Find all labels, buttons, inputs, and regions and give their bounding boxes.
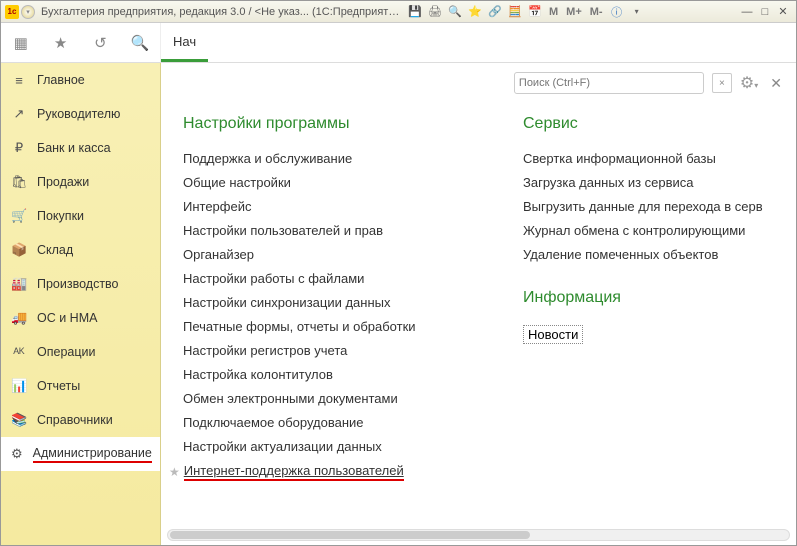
- sidebar-label: Продажи: [37, 175, 89, 189]
- print-icon[interactable]: 🖨: [427, 4, 443, 20]
- sidebar-item-manager[interactable]: ↗ Руководителю: [1, 97, 160, 131]
- link-users-rights[interactable]: Настройки пользователей и прав: [183, 219, 483, 243]
- titlebar-dropdown-icon[interactable]: ▾: [21, 5, 35, 19]
- menu-icon: ≡: [11, 73, 27, 88]
- service-list: Свертка информационной базы Загрузка дан…: [523, 147, 793, 267]
- sidebar-item-admin[interactable]: ⚙ Администрирование: [1, 437, 160, 471]
- favorite-icon[interactable]: ⭐: [467, 4, 483, 20]
- ruble-icon: ₽: [11, 140, 27, 156]
- top-toolbar: ▦ ★ ↺ 🔍 Нач: [1, 23, 796, 63]
- sidebar-item-reports[interactable]: 📊 Отчеты: [1, 369, 160, 403]
- link-internet-support-label: Интернет-поддержка пользователей: [184, 463, 404, 481]
- link-sync[interactable]: Настройки синхронизации данных: [183, 291, 483, 315]
- settings-list: Поддержка и обслуживание Общие настройки…: [183, 147, 483, 486]
- star-icon[interactable]: ★: [49, 31, 73, 55]
- clear-search-button[interactable]: ×: [712, 73, 732, 93]
- memory-mminus-button[interactable]: M-: [588, 6, 605, 18]
- maximize-button[interactable]: □: [756, 5, 774, 19]
- box-icon: 📦: [11, 242, 27, 258]
- search-icon[interactable]: 🔍: [128, 31, 152, 55]
- link-interface[interactable]: Интерфейс: [183, 195, 483, 219]
- sidebar-item-bank[interactable]: ₽ Банк и касса: [1, 131, 160, 165]
- minimize-button[interactable]: —: [738, 5, 756, 19]
- horizontal-scrollbar[interactable]: [167, 529, 790, 541]
- link-general-settings[interactable]: Общие настройки: [183, 171, 483, 195]
- link-files[interactable]: Настройки работы с файлами: [183, 267, 483, 291]
- gear-icon: ⚙: [11, 446, 23, 462]
- close-panel-button[interactable]: ✕: [766, 75, 786, 92]
- factory-icon: 🏭: [11, 276, 27, 292]
- link-news[interactable]: Новости: [523, 325, 583, 344]
- memory-m-button[interactable]: M: [547, 6, 560, 18]
- sidebar-item-production[interactable]: 🏭 Производство: [1, 267, 160, 301]
- apps-grid-icon[interactable]: ▦: [9, 31, 33, 55]
- sidebar-label: Руководителю: [37, 107, 120, 121]
- window-title: Бухгалтерия предприятия, редакция 3.0 / …: [41, 6, 401, 18]
- link-organizer[interactable]: Органайзер: [183, 243, 483, 267]
- link-icon[interactable]: 🔗: [487, 4, 503, 20]
- link-export-service[interactable]: Выгрузить данные для перехода в серв: [523, 195, 793, 219]
- sidebar-label: Администрирование: [33, 446, 152, 463]
- chart-up-icon: ↗: [11, 106, 27, 122]
- link-support[interactable]: Поддержка и обслуживание: [183, 147, 483, 171]
- settings-gear-icon[interactable]: ⚙▾: [740, 73, 758, 93]
- info-heading: Информация: [523, 289, 793, 307]
- preview-icon[interactable]: 🔍: [447, 4, 463, 20]
- truck-icon: 🚚: [11, 310, 27, 326]
- sidebar-item-operations[interactable]: ᴬᴷ Операции: [1, 335, 160, 369]
- sidebar-label: ОС и НМА: [37, 311, 97, 325]
- sidebar-item-purchases[interactable]: 🛒 Покупки: [1, 199, 160, 233]
- sidebar: ≡ Главное ↗ Руководителю ₽ Банк и касса 🛍 Пр…: [1, 63, 161, 545]
- link-registers[interactable]: Настройки регистров учета: [183, 339, 483, 363]
- link-equipment[interactable]: Подключаемое оборудование: [183, 411, 483, 435]
- search-box[interactable]: [514, 72, 704, 94]
- link-delete-marked[interactable]: Удаление помеченных объектов: [523, 243, 793, 267]
- info-icon[interactable]: ⓘ: [609, 4, 625, 20]
- link-load-service[interactable]: Загрузка данных из сервиса: [523, 171, 793, 195]
- operations-icon: ᴬᴷ: [11, 345, 27, 360]
- search-input[interactable]: [519, 77, 699, 89]
- scrollbar-thumb[interactable]: [170, 531, 530, 539]
- settings-heading: Настройки программы: [183, 115, 483, 133]
- service-heading: Сервис: [523, 115, 793, 133]
- link-print-forms[interactable]: Печатные формы, отчеты и обработки: [183, 315, 483, 339]
- link-edoc[interactable]: Обмен электронными документами: [183, 387, 483, 411]
- reports-icon: 📊: [11, 378, 27, 394]
- sidebar-item-warehouse[interactable]: 📦 Склад: [1, 233, 160, 267]
- sidebar-label: Покупки: [37, 209, 84, 223]
- memory-mplus-button[interactable]: M+: [564, 6, 584, 18]
- books-icon: 📚: [11, 412, 27, 428]
- link-actualization[interactable]: Настройки актуализации данных: [183, 435, 483, 459]
- save-icon[interactable]: 💾: [407, 4, 423, 20]
- star-icon: ★: [169, 465, 180, 479]
- link-headers[interactable]: Настройка колонтитулов: [183, 363, 483, 387]
- window-titlebar: 1c ▾ Бухгалтерия предприятия, редакция 3…: [1, 1, 796, 23]
- sidebar-label: Банк и касса: [37, 141, 111, 155]
- link-exchange-log[interactable]: Журнал обмена с контролирующими: [523, 219, 793, 243]
- sidebar-label: Склад: [37, 243, 73, 257]
- link-db-compress[interactable]: Свертка информационной базы: [523, 147, 793, 171]
- sidebar-item-assets[interactable]: 🚚 ОС и НМА: [1, 301, 160, 335]
- sidebar-item-references[interactable]: 📚 Справочники: [1, 403, 160, 437]
- history-icon[interactable]: ↺: [88, 31, 112, 55]
- app-logo-icon: 1c: [5, 5, 19, 19]
- sidebar-label: Отчеты: [37, 379, 80, 393]
- sidebar-label: Производство: [37, 277, 119, 291]
- sidebar-item-sales[interactable]: 🛍 Продажи: [1, 165, 160, 199]
- sidebar-item-main[interactable]: ≡ Главное: [1, 63, 160, 97]
- close-button[interactable]: ✕: [774, 5, 792, 19]
- tab-start[interactable]: Нач: [161, 23, 208, 62]
- sidebar-label: Справочники: [37, 413, 113, 427]
- dropdown-icon[interactable]: ▾: [629, 4, 645, 20]
- calculator-icon[interactable]: 🧮: [507, 4, 523, 20]
- content-panel: × ⚙▾ ✕ Настройки программы Поддержка и о…: [161, 63, 796, 545]
- calendar-icon[interactable]: 📅: [527, 4, 543, 20]
- link-internet-support[interactable]: ★Интернет-поддержка пользователей: [183, 459, 483, 486]
- sidebar-label: Главное: [37, 73, 85, 87]
- cart-icon: 🛒: [11, 208, 27, 224]
- bag-icon: 🛍: [11, 174, 27, 190]
- sidebar-label: Операции: [37, 345, 95, 359]
